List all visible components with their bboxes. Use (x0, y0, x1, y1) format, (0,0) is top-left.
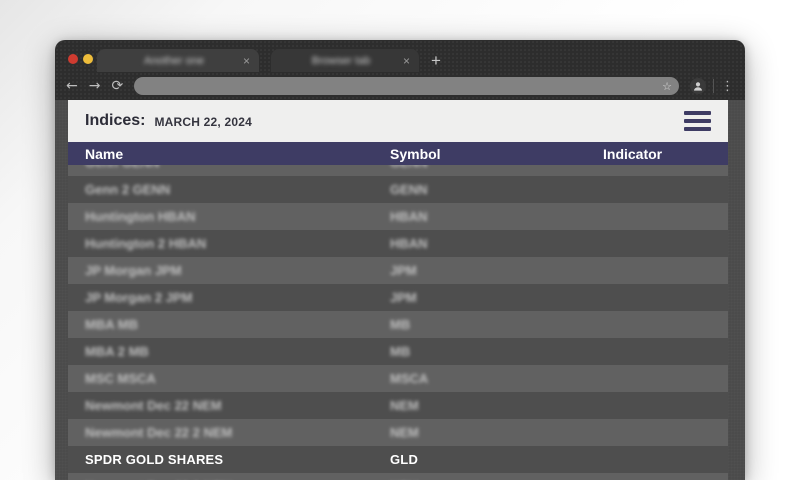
row-name: JP Morgan JPM (85, 263, 182, 278)
indicator-cell (603, 209, 728, 224)
profile-avatar-icon[interactable] (690, 78, 706, 94)
row-symbol: GENN (390, 165, 603, 170)
person-icon (694, 82, 702, 91)
table-row[interactable]: JP Morgan JPM JPM (68, 257, 728, 284)
hamburger-menu-icon[interactable] (684, 111, 711, 131)
indicator-cell (603, 425, 728, 440)
tab-another-one[interactable]: Another one × (97, 49, 259, 72)
row-symbol: NEM (390, 425, 419, 440)
row-symbol: GLD (390, 452, 419, 467)
table-row[interactable]: JP Morgan 2 JPM JPM (68, 284, 728, 311)
table-row[interactable]: Huntington HBAN HBAN (68, 203, 728, 230)
row-name: MBA 2 MB (85, 344, 149, 359)
browser-toolbar: ← → ⟳ ☆ ⋮ (55, 72, 745, 100)
row-name: Newmont Dec 22 NEM (85, 398, 222, 413)
indicator-cell (603, 165, 728, 170)
minimize-window-button[interactable] (83, 54, 93, 64)
toolbar-divider (713, 79, 714, 93)
row-name: MBA MB (85, 317, 138, 332)
tab-label: Another one (144, 54, 204, 67)
url-bar[interactable]: ☆ (134, 77, 679, 95)
table-row[interactable]: Newmont Dec 22 2 NEM NEM (68, 419, 728, 446)
row-symbol: MSCA (390, 371, 429, 386)
tab-browser-tab[interactable]: Browser tab × (271, 49, 419, 72)
row-name: Genn 2 GENN (85, 182, 171, 197)
back-icon[interactable]: ← (66, 79, 78, 93)
browser-menu-icon[interactable]: ⋮ (721, 80, 734, 93)
row-symbol: HBAN (390, 209, 428, 224)
table-row[interactable]: Huntington 2 HBAN HBAN (68, 230, 728, 257)
row-name: Genn GENN (85, 165, 390, 170)
column-header-symbol: Symbol (390, 145, 441, 162)
table-body: Genn GENN GENN Genn 2 GENN GENN Huntingt… (68, 165, 728, 480)
table-row[interactable]: Genn GENN GENN (68, 165, 728, 176)
new-tab-button[interactable]: + (431, 52, 441, 69)
tab-strip: Another one × Browser tab × + (55, 40, 745, 72)
row-name: Huntington 2 HBAN (85, 236, 207, 251)
table-row[interactable]: MSC MSCA MSCA (68, 365, 728, 392)
row-name: Newmont Dec 22 2 NEM (85, 425, 233, 440)
row-symbol: MB (390, 344, 411, 359)
page-title: Indices: (85, 112, 146, 129)
forward-icon[interactable]: → (89, 79, 101, 93)
row-symbol: GENN (390, 182, 428, 197)
indicator-cell (603, 452, 728, 467)
column-header-indicator: Indicator (603, 145, 663, 162)
tab-close-icon[interactable]: × (243, 55, 250, 67)
table-row[interactable]: MBA MB MB (68, 311, 728, 338)
indicator-cell (603, 182, 728, 197)
row-name: JP Morgan 2 JPM (85, 290, 193, 305)
indicator-cell (603, 344, 728, 359)
refresh-icon[interactable]: ⟳ (111, 79, 123, 93)
table-row[interactable]: Newmont Dec 22 NEM NEM (68, 392, 728, 419)
table-row[interactable]: MBA 2 MB MB (68, 338, 728, 365)
bookmark-star-icon[interactable]: ☆ (662, 81, 672, 92)
page-header: Indices: MARCH 22, 2024 (68, 100, 728, 142)
close-window-button[interactable] (68, 54, 78, 64)
table-header-row: Name Symbol Indicator (68, 142, 728, 165)
tab-close-icon[interactable]: × (403, 55, 410, 67)
tab-label: Browser tab (311, 54, 371, 67)
row-symbol: JPM (390, 263, 417, 278)
row-name: Huntington HBAN (85, 209, 196, 224)
table-row[interactable]: SPDR GOLD SHARES GLD (68, 446, 728, 473)
column-header-name: Name (85, 145, 124, 162)
row-symbol: NEM (390, 398, 419, 413)
table-row[interactable]: Newmont Dec 22 2 NEM NEM (68, 473, 728, 480)
table-row[interactable]: Genn 2 GENN GENN (68, 176, 728, 203)
row-name: SPDR GOLD SHARES (85, 452, 224, 467)
row-name: MSC MSCA (85, 371, 156, 386)
row-symbol: JPM (390, 290, 417, 305)
row-symbol: MB (390, 317, 411, 332)
page-date: MARCH 22, 2024 (154, 115, 252, 129)
row-symbol: HBAN (390, 236, 428, 251)
browser-window: Another one × Browser tab × + ← → ⟳ ☆ ⋮ … (55, 40, 745, 480)
web-page: Indices: MARCH 22, 2024 Name Symbol Indi… (55, 100, 745, 480)
